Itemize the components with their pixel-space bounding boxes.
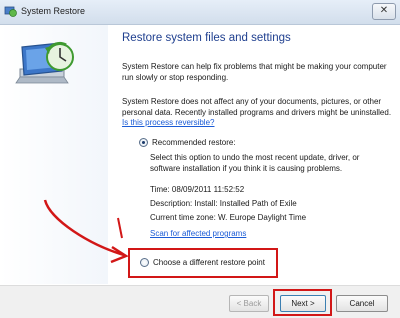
info-text: System Restore does not affect any of yo…	[122, 97, 392, 129]
page-heading: Restore system files and settings	[122, 32, 291, 44]
recommended-restore-radio[interactable]	[139, 138, 148, 147]
intro-text: System Restore can help fix problems tha…	[122, 62, 387, 82]
cancel-button[interactable]: Cancel	[336, 295, 388, 312]
system-restore-hero-icon	[15, 41, 74, 84]
reversible-link[interactable]: Is this process reversible?	[122, 118, 214, 127]
different-restore-point-label[interactable]: Choose a different restore point	[153, 258, 265, 267]
restore-time: Time: 08/09/2011 11:52:52	[150, 185, 245, 194]
recommended-restore-label[interactable]: Recommended restore:	[152, 138, 236, 147]
next-button[interactable]: Next >	[280, 295, 326, 312]
restore-description: Description: Install: Installed Path of …	[150, 199, 297, 208]
info-text-body: System Restore does not affect any of yo…	[122, 97, 392, 117]
scan-affected-programs-link[interactable]: Scan for affected programs	[150, 229, 246, 238]
radio-selected-dot	[142, 141, 145, 144]
back-button[interactable]: < Back	[229, 295, 269, 312]
recommended-description: Select this option to undo the most rece…	[150, 153, 360, 173]
different-restore-point-radio[interactable]	[140, 258, 149, 267]
left-panel	[0, 25, 108, 284]
restore-timezone: Current time zone: W. Europe Daylight Ti…	[150, 213, 307, 222]
window-title: System Restore	[21, 6, 86, 16]
close-button[interactable]: ✕	[372, 3, 396, 20]
system-restore-icon	[4, 6, 17, 17]
title-bar: System Restore ✕	[0, 0, 400, 25]
